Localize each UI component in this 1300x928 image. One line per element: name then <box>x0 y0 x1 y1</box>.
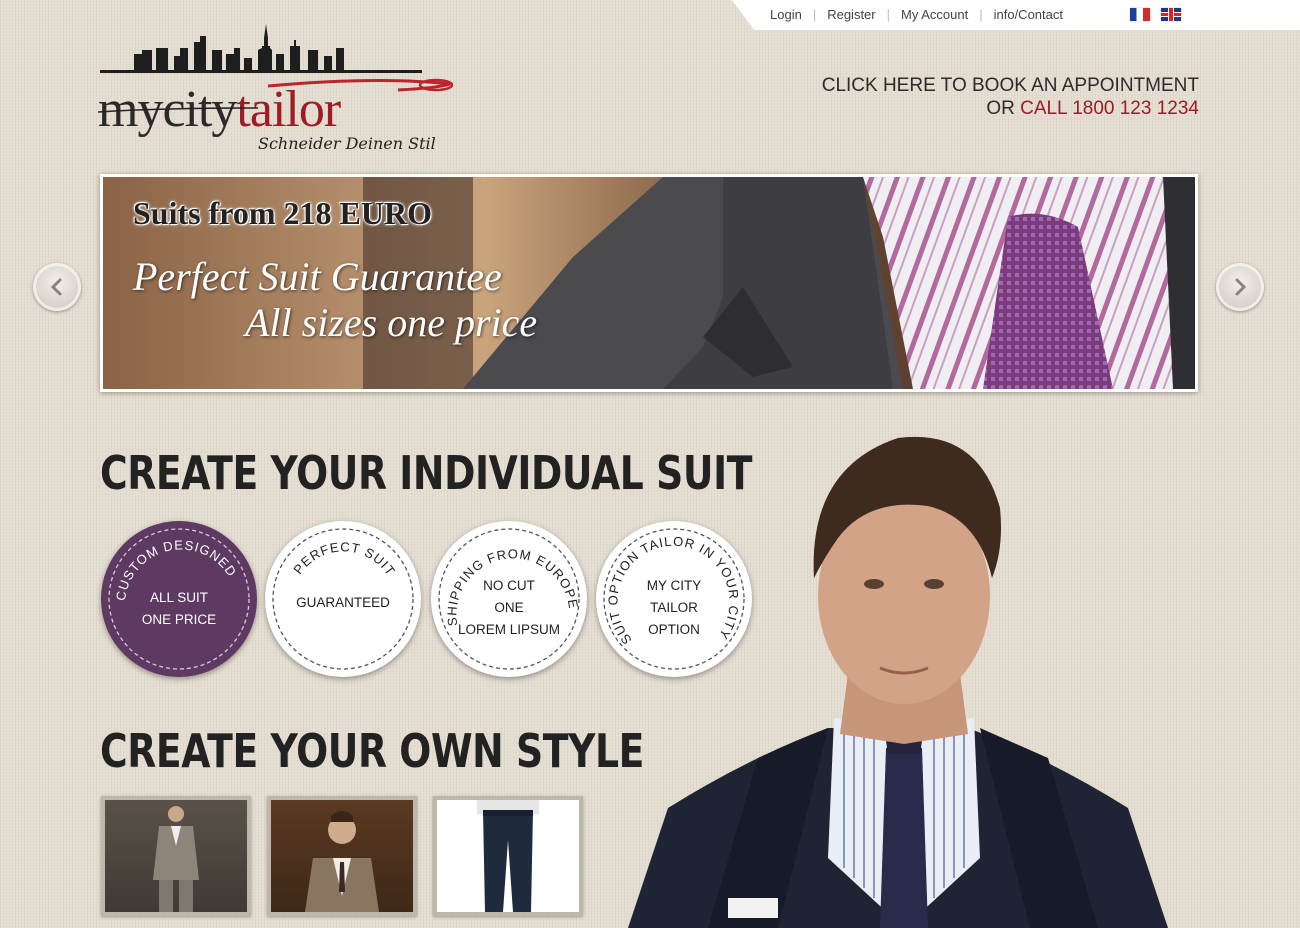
model-man-in-suit-image <box>628 436 1168 928</box>
banner-subtitle-2: All sizes one price <box>245 300 538 345</box>
hero-banner[interactable]: Suits from 218 EURO Perfect Suit Guarant… <box>100 174 1198 392</box>
call-line: OR CALL 1800 123 1234 <box>986 98 1199 119</box>
info-contact-link[interactable]: info/Contact <box>994 7 1063 22</box>
separator: | <box>979 7 983 22</box>
logo-tagline: Schneider Deinen Stil <box>258 134 436 153</box>
banner-subtitle: Perfect Suit Guarantee <box>133 254 502 299</box>
logo-swoosh-icon <box>98 78 454 113</box>
badge-center-text: GUARANTEED <box>296 595 390 610</box>
badge-shipping-from-europe[interactable]: SHIPPING FROM EUROPE NO CUT ONE LOREM LI… <box>431 521 587 677</box>
style-thumbnail-trousers[interactable] <box>433 796 583 916</box>
style-thumbnail-grey-suit[interactable] <box>101 796 251 916</box>
my-account-link[interactable]: My Account <box>901 7 968 22</box>
chevron-left-icon <box>50 278 62 296</box>
login-link[interactable]: Login <box>770 7 802 22</box>
site-logo[interactable]: mycitytailor Schneider Deinen Stil <box>98 20 458 160</box>
section-heading-own-style: CREATE YOUR OWN STYLE <box>100 724 645 778</box>
register-link[interactable]: Register <box>827 7 875 22</box>
style-thumbnail-brown-suit[interactable] <box>267 796 417 916</box>
appointment-line[interactable]: CLICK HERE TO BOOK AN APPOINTMENT <box>822 74 1199 97</box>
carousel-prev-button[interactable] <box>33 263 81 311</box>
badge-custom-designed[interactable]: CUSTOM DESIGNED ALL SUIT ONE PRICE <box>101 521 257 677</box>
carousel-next-button[interactable] <box>1216 263 1264 311</box>
badge-perfect-suit[interactable]: PERFECT SUIT GUARANTEED <box>265 521 421 677</box>
top-links: Login | Register | My Account | info/Con… <box>770 7 1063 22</box>
badge-center-text: NO CUT ONE LOREM LIPSUM <box>457 578 561 637</box>
uk-flag-icon[interactable] <box>1161 8 1181 21</box>
banner-title: Suits from 218 EURO <box>133 195 432 231</box>
appointment-cta[interactable]: CLICK HERE TO BOOK AN APPOINTMENT OR CAL… <box>822 74 1199 120</box>
badge-center-text: ALL SUIT ONE PRICE <box>141 590 217 627</box>
chevron-right-icon <box>1235 278 1247 296</box>
grey-suit-image <box>153 806 199 912</box>
phone-number[interactable]: CALL 1800 123 1234 <box>1020 98 1199 119</box>
city-skyline-icon <box>100 24 422 73</box>
brown-suit-image <box>305 811 379 912</box>
separator: | <box>812 7 817 22</box>
svg-text:PERFECT SUIT: PERFECT SUIT <box>290 539 398 578</box>
separator: | <box>886 7 891 22</box>
badge-arc-text: PERFECT SUIT <box>290 539 397 578</box>
trousers-image <box>477 800 539 912</box>
french-flag-icon[interactable] <box>1130 8 1150 21</box>
